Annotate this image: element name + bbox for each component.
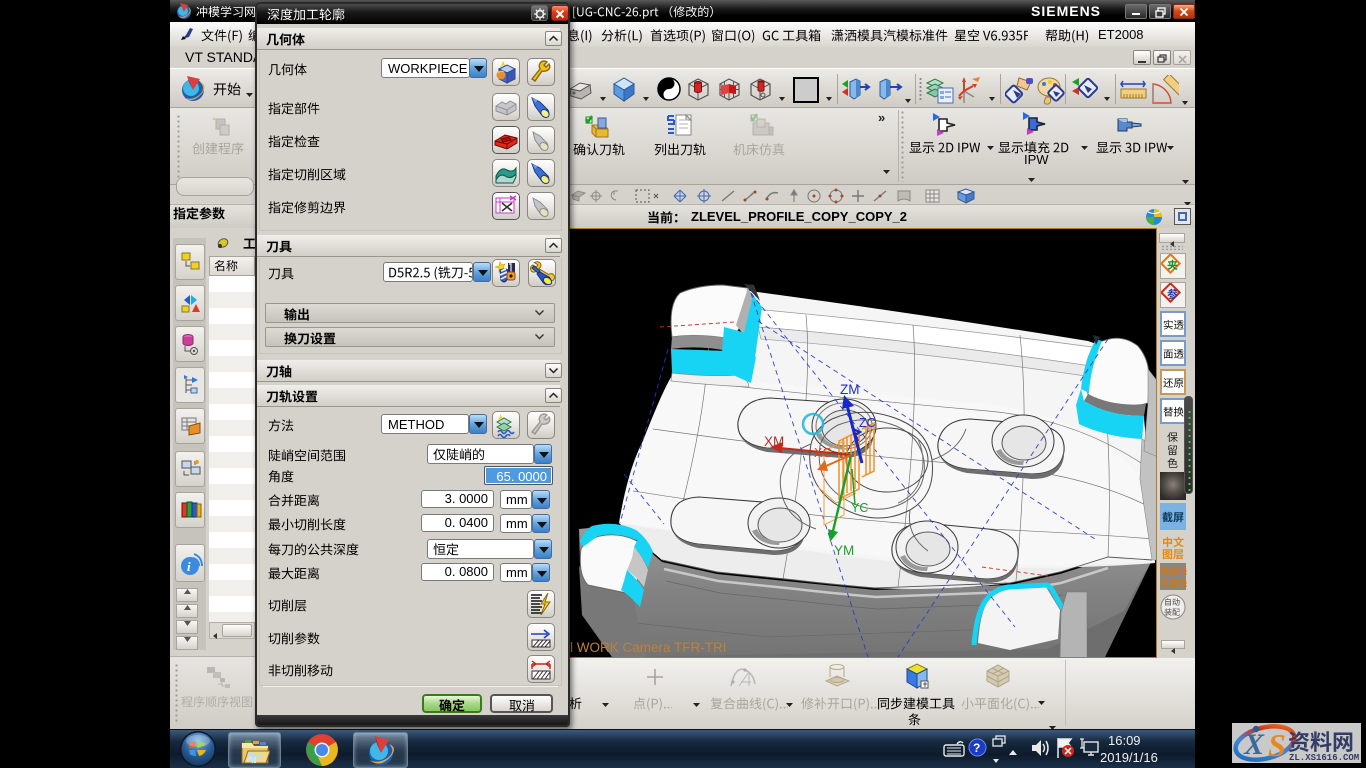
svg-text:XC: XC bbox=[814, 446, 831, 460]
svg-text:S: S bbox=[1268, 727, 1286, 763]
svg-text:XM: XM bbox=[764, 434, 784, 449]
svg-text:l WORK Camera TFR-TRI: l WORK Camera TFR-TRI bbox=[570, 640, 727, 655]
svg-text:ZM: ZM bbox=[840, 382, 860, 397]
svg-text:YM: YM bbox=[834, 543, 854, 558]
svg-text:ZC: ZC bbox=[859, 416, 876, 430]
svg-text:X: X bbox=[1243, 728, 1265, 761]
svg-text:i: i bbox=[187, 559, 191, 574]
svg-text:ZL.XS1616.COM: ZL.XS1616.COM bbox=[1289, 753, 1359, 763]
svg-text:YC: YC bbox=[851, 501, 868, 515]
svg-text:?: ? bbox=[973, 741, 980, 755]
